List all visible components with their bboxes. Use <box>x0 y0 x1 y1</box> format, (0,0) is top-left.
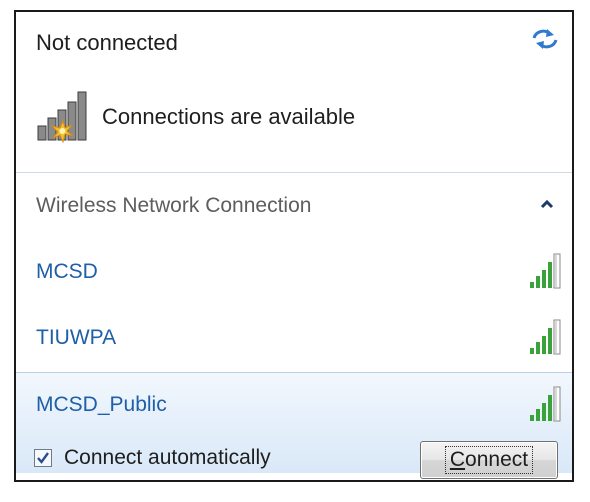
network-item-mcsd[interactable]: MCSD <box>16 240 572 306</box>
availability-text: Connections are available <box>102 104 356 129</box>
connect-button-label: Connect <box>444 446 534 474</box>
signal-bars-with-starburst-icon <box>36 88 94 146</box>
connect-button[interactable]: Connect <box>420 441 558 479</box>
connect-button-accesskey: C <box>449 448 466 471</box>
refresh-arrows-icon[interactable] <box>530 26 560 52</box>
connect-automatically-label: Connect automatically <box>64 446 271 469</box>
network-item-mcsd-public[interactable]: MCSD_Public Connect automatically Connec… <box>16 372 572 479</box>
connection-status-title: Not connected <box>36 30 178 55</box>
signal-strength-icon <box>528 316 564 356</box>
connect-automatically-checkbox[interactable] <box>34 449 52 467</box>
network-name: MCSD <box>36 260 98 283</box>
network-name: MCSD_Public <box>36 393 167 416</box>
chevron-up-icon[interactable] <box>540 196 554 209</box>
connection-status-panel: Not connected Connections are available <box>16 12 572 170</box>
connect-button-label-rest: onnect <box>465 448 529 471</box>
wireless-section-label: Wireless Network Connection <box>36 194 312 217</box>
signal-strength-icon <box>528 383 564 423</box>
wireless-section-header[interactable]: Wireless Network Connection <box>16 174 572 238</box>
section-divider <box>16 172 572 173</box>
connect-automatically-row[interactable]: Connect automatically <box>34 443 271 473</box>
network-item-tiuwpa[interactable]: TIUWPA <box>16 306 572 372</box>
network-flyout: Not connected Connections are available <box>14 10 574 482</box>
network-name: TIUWPA <box>36 326 117 349</box>
signal-strength-icon <box>528 250 564 290</box>
